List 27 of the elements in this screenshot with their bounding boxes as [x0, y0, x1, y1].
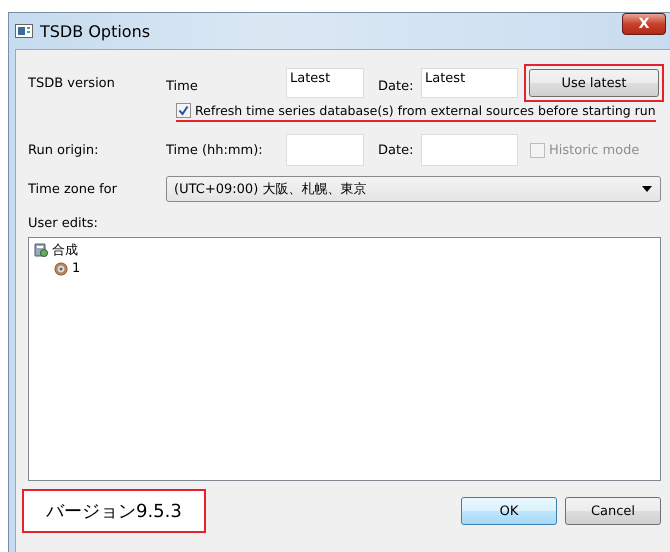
use-latest-button[interactable]: Use latest — [529, 69, 659, 97]
checkbox-label[interactable]: Refresh time series database(s) from external sources before starting run — [195, 102, 656, 118]
tree-item[interactable]: 1 — [72, 261, 80, 276]
field-label: Date: — [377, 78, 414, 94]
field-label: Time (hh:mm): — [166, 142, 264, 158]
time-field[interactable]: Latest — [286, 68, 364, 98]
database-icon — [34, 242, 48, 256]
checkbox[interactable] — [176, 102, 191, 118]
close-button[interactable]: X — [622, 13, 666, 35]
window-icon — [15, 24, 33, 38]
field-label: Run origin: — [28, 142, 100, 158]
field-label: TSDB version — [28, 76, 116, 90]
time-field[interactable] — [286, 134, 364, 166]
window-title: TSDB Options — [40, 22, 150, 40]
time-zone-dropdown[interactable]: (UTC+09:00) 大阪、札幌、東京 — [166, 176, 661, 202]
gear-icon — [54, 262, 68, 276]
field-label: Time zone for — [28, 182, 118, 196]
cancel-button[interactable]: Cancel — [565, 497, 661, 525]
date-field[interactable]: Latest — [421, 68, 518, 98]
section-label: User edits: — [28, 216, 99, 231]
caret-icon — [642, 186, 652, 192]
field-label: Date: — [377, 142, 414, 158]
field-label: Time — [166, 78, 199, 94]
date-field[interactable] — [421, 134, 518, 166]
tree-item[interactable]: 合成 — [52, 240, 78, 258]
ok-button[interactable]: OK — [461, 497, 557, 525]
version-note: バージョン9.5.3 — [22, 489, 206, 533]
